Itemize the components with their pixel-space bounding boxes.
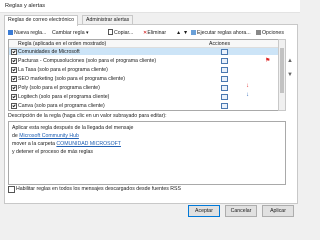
change-rule-button[interactable]: Cambiar regla ▾ bbox=[52, 29, 89, 38]
new-rule-label: Nueva regla... bbox=[14, 30, 47, 36]
new-rule-button[interactable]: Nueva regla... bbox=[8, 29, 46, 38]
rule-row[interactable]: Canva (solo para el programa cliente) bbox=[9, 102, 279, 109]
copy-label: Copiar... bbox=[114, 30, 134, 36]
new-rule-icon bbox=[8, 30, 13, 35]
move-to-folder-icon bbox=[221, 58, 228, 64]
run-rules-icon bbox=[191, 30, 196, 35]
description-line: mover a la carpeta COMUNIDAD MICROSOFT bbox=[12, 141, 121, 147]
move-to-folder-icon bbox=[221, 76, 228, 82]
options-icon bbox=[256, 30, 261, 35]
move-up-button[interactable]: ▲ bbox=[176, 29, 181, 38]
description-text: mover a la carpeta bbox=[12, 141, 57, 147]
rule-checkbox[interactable] bbox=[11, 76, 17, 82]
arrow-down-blue-icon: ↓ bbox=[246, 92, 249, 98]
tab-email-rules[interactable]: Reglas de correo electrónico bbox=[4, 15, 79, 26]
description-line: y detener el proceso de más reglas bbox=[12, 149, 94, 155]
scroll-down-icon[interactable]: ▼ bbox=[287, 72, 293, 78]
rule-row[interactable]: Poly (solo para el programa cliente) ↓ bbox=[9, 83, 279, 91]
rule-row[interactable]: Comunidades de Microsoft bbox=[9, 48, 279, 55]
arrow-down-icon: ▼ bbox=[183, 30, 189, 36]
rule-checkbox[interactable] bbox=[11, 85, 17, 91]
move-to-folder-icon bbox=[221, 94, 228, 100]
scrollbar-thumb[interactable] bbox=[280, 48, 284, 93]
copy-icon bbox=[108, 29, 113, 35]
cancel-button[interactable]: Cancelar bbox=[225, 205, 257, 217]
rules-list[interactable]: Regla (aplicada en el orden mostrado) Ac… bbox=[8, 39, 280, 111]
delete-button[interactable]: ✕Eliminar bbox=[143, 29, 166, 38]
rule-row[interactable]: La Tasa (solo para el programa cliente) bbox=[9, 66, 279, 73]
flag-icon: ⚑ bbox=[265, 58, 271, 64]
change-rule-label: Cambiar regla bbox=[52, 30, 85, 36]
rule-name: Pacturas - Compusoluciones (solo para el… bbox=[18, 58, 157, 64]
rule-checkbox[interactable] bbox=[11, 49, 17, 55]
description-label: Descripción de la regla (haga clic en un… bbox=[8, 113, 167, 119]
move-to-folder-icon bbox=[221, 85, 228, 91]
col-actions-header: Acciones bbox=[209, 41, 231, 47]
description-line: de Microsoft Community Hub bbox=[12, 133, 79, 139]
run-rules-button[interactable]: Ejecutar reglas ahora... bbox=[191, 29, 251, 38]
col-rule-header: Regla (aplicada en el orden mostrado) bbox=[18, 41, 107, 47]
move-to-folder-icon bbox=[221, 103, 228, 109]
window-title: Reglas y alertas bbox=[5, 3, 46, 9]
options-button[interactable]: Opciones bbox=[256, 29, 284, 38]
arrow-down-red-icon: ↓ bbox=[246, 83, 249, 89]
rule-name: Poly (solo para el programa cliente) bbox=[18, 85, 100, 91]
delete-label: Eliminar bbox=[147, 30, 167, 36]
rule-name: Canva (solo para el programa cliente) bbox=[18, 103, 105, 109]
rss-checkbox[interactable] bbox=[8, 186, 15, 193]
scroll-up-icon[interactable]: ▲ bbox=[287, 58, 293, 64]
rule-checkbox[interactable] bbox=[11, 58, 17, 64]
move-down-button[interactable]: ▼ bbox=[183, 29, 188, 38]
move-to-folder-icon bbox=[221, 67, 228, 73]
rules-list-scrollbar[interactable] bbox=[278, 39, 286, 111]
rule-name: La Tasa (solo para el programa cliente) bbox=[18, 67, 108, 73]
rule-row[interactable]: SEO marketing (solo para el programa cli… bbox=[9, 75, 279, 82]
rss-label: Habilitar reglas en todos los mensajes d… bbox=[16, 186, 181, 192]
rule-checkbox[interactable] bbox=[11, 103, 17, 109]
rule-name: Logitech (solo para el programa cliente) bbox=[18, 94, 110, 100]
apply-button[interactable]: Aplicar bbox=[262, 205, 294, 217]
rule-checkbox[interactable] bbox=[11, 67, 17, 73]
copy-button[interactable]: Copiar... bbox=[108, 29, 133, 38]
folder-link[interactable]: COMUNIDAD MICROSOFT bbox=[56, 141, 121, 147]
rule-row[interactable]: Pacturas - Compusoluciones (solo para el… bbox=[9, 57, 279, 64]
title-bar: Reglas y alertas bbox=[0, 0, 300, 13]
rule-row[interactable]: Logitech (solo para el programa cliente)… bbox=[9, 92, 279, 100]
sender-link[interactable]: Microsoft Community Hub bbox=[19, 133, 79, 139]
chevron-down-icon: ▾ bbox=[84, 30, 89, 36]
options-label: Opciones bbox=[262, 30, 284, 36]
rule-description-box: Aplicar esta regla después de la llegada… bbox=[8, 121, 286, 185]
rule-checkbox[interactable] bbox=[11, 94, 17, 100]
rule-name: SEO marketing (solo para el programa cli… bbox=[18, 76, 125, 82]
run-rules-label: Ejecutar reglas ahora... bbox=[197, 30, 251, 36]
rules-list-header: Regla (aplicada en el orden mostrado) Ac… bbox=[9, 40, 279, 48]
move-to-folder-icon bbox=[221, 49, 228, 55]
rule-name: Comunidades de Microsoft bbox=[18, 49, 80, 55]
accept-button[interactable]: Aceptar bbox=[188, 205, 220, 217]
arrow-up-icon: ▲ bbox=[176, 30, 182, 36]
description-line: Aplicar esta regla después de la llegada… bbox=[12, 125, 134, 131]
